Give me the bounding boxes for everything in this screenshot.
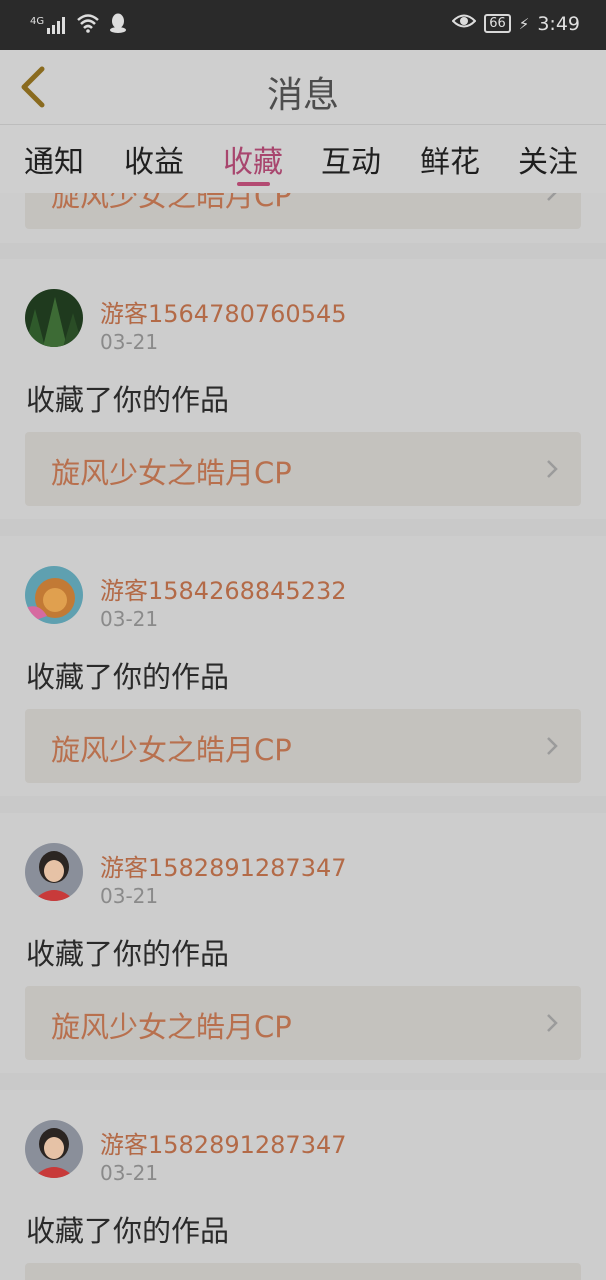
tab-follows[interactable]: 关注 [518,137,578,181]
work-link[interactable]: 旋风少女之皓月CP [25,193,581,229]
girl-avatar-icon [25,843,83,901]
chevron-right-icon [547,1014,558,1032]
chevron-left-icon [21,66,45,108]
chevron-right-icon [547,737,558,755]
message-list[interactable]: 旋风少女之皓月CP 游客1564780760545 03-21 收藏了你的作品 … [0,193,606,1280]
list-item: 游客1564780760545 03-21 收藏了你的作品 旋风少女之皓月CP [0,259,606,519]
battery-icon: 66 [484,14,511,33]
girl-avatar-icon [25,1120,83,1178]
lion-avatar-icon [25,566,83,624]
list-item: 旋风少女之皓月CP [0,193,606,243]
message-text: 收藏了你的作品 [26,937,230,971]
app-header: 消息 [0,50,606,125]
timestamp: 03-21 [100,330,159,354]
work-title: 旋风少女之皓月CP [51,1010,292,1044]
username[interactable]: 游客1584268845232 [100,571,347,606]
avatar[interactable] [25,1120,83,1178]
status-bar: 4G 66 ⚡ 3:49 [0,0,606,50]
qq-icon [108,12,128,38]
tab-interactions[interactable]: 互动 [321,137,381,181]
work-link[interactable]: 旋风少女之皓月CP [25,432,581,506]
work-title: 旋风少女之皓月CP [51,733,292,767]
timestamp: 03-21 [100,1161,159,1185]
list-item: 游客1584268845232 03-21 收藏了你的作品 旋风少女之皓月CP [0,536,606,796]
username[interactable]: 游客1564780760545 [100,294,347,329]
tab-favorites[interactable]: 收藏 [223,137,283,181]
signal-icon: 4G [30,16,68,34]
work-title: 旋风少女之皓月CP [51,456,292,490]
tab-notifications[interactable]: 通知 [24,137,84,181]
work-link[interactable] [25,1263,581,1280]
timestamp: 03-21 [100,607,159,631]
message-text: 收藏了你的作品 [26,383,230,417]
clock: 3:49 [537,12,580,35]
list-item: 游客1582891287347 03-21 收藏了你的作品 [0,1090,606,1280]
work-title: 旋风少女之皓月CP [51,193,292,213]
chevron-right-icon [547,460,558,478]
username[interactable]: 游客1582891287347 [100,848,347,883]
charging-icon: ⚡ [518,14,530,33]
username[interactable]: 游客1582891287347 [100,1125,347,1160]
message-text: 收藏了你的作品 [26,660,230,694]
avatar[interactable] [25,289,83,347]
tab-bar: 通知 收益 收藏 互动 鲜花 关注 [0,125,606,193]
list-item: 游客1582891287347 03-21 收藏了你的作品 旋风少女之皓月CP [0,813,606,1073]
work-link[interactable]: 旋风少女之皓月CP [25,986,581,1060]
chevron-right-icon [547,193,557,201]
tab-flowers[interactable]: 鲜花 [420,137,480,181]
eye-icon [451,12,477,35]
wifi-icon [76,13,100,37]
work-link[interactable]: 旋风少女之皓月CP [25,709,581,783]
back-button[interactable] [14,64,54,110]
tab-earnings[interactable]: 收益 [124,137,184,181]
timestamp: 03-21 [100,884,159,908]
avatar[interactable] [25,843,83,901]
active-tab-indicator [237,182,270,186]
avatar[interactable] [25,566,83,624]
page-title: 消息 [266,75,339,116]
forest-avatar-icon [25,289,83,347]
message-text: 收藏了你的作品 [26,1214,230,1248]
